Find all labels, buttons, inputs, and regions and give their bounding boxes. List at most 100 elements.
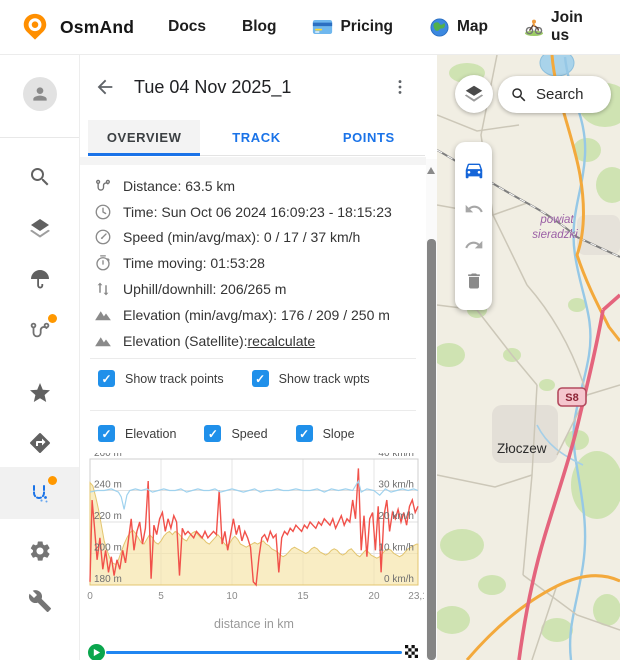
stat-row: Time: Sun Oct 06 2024 16:09:23 - 18:15:2… (94, 199, 414, 225)
navigation-car-button[interactable] (455, 155, 492, 185)
nav-link-map[interactable]: Map (429, 18, 488, 36)
sidebar-item-weather[interactable] (0, 253, 79, 305)
recalculate-link[interactable]: recalculate (248, 333, 316, 349)
nav-link-blog[interactable]: Blog (242, 18, 276, 36)
left-axis-tick: 260 m (94, 453, 122, 459)
stat-row: Time moving: 01:53:28 (94, 250, 414, 276)
globe-icon (429, 19, 450, 35)
map-view[interactable]: powiat sieradzki S8 Złoczew (437, 55, 620, 660)
nav-link-join-us[interactable]: Join us (524, 9, 584, 45)
trash-icon (464, 271, 484, 291)
checkbox-label: Show track wpts (279, 372, 370, 386)
tracks-cloud-icon (28, 481, 52, 505)
right-axis-tick: 40 km/h (378, 453, 414, 459)
track-panel: Tue 04 Nov 2025_1 OVERVIEWTRACKPOINTS Di… (80, 55, 437, 660)
checkbox[interactable]: ✓ (252, 370, 269, 387)
nav-link-label: Map (457, 18, 488, 36)
checkbox-label: Show track points (125, 372, 224, 386)
divider (90, 410, 416, 411)
scrollbar-thumb[interactable] (427, 239, 436, 660)
car-icon (463, 159, 485, 181)
osmand-brand[interactable]: OsmAnd (20, 11, 134, 43)
search-icon (28, 165, 52, 189)
sidebar-item-plan-route[interactable] (0, 305, 79, 357)
right-axis-tick: 0 km/h (384, 574, 414, 585)
checkbox[interactable]: ✓ (296, 425, 313, 442)
cyclist-icon (524, 19, 544, 35)
nav-link-pricing[interactable]: Pricing (312, 18, 393, 36)
left-axis-tick: 180 m (94, 574, 122, 585)
x-axis-tick: 23,1 (408, 591, 424, 602)
speedometer-icon (94, 228, 112, 246)
sidebar-item-account[interactable] (0, 68, 79, 120)
stat-text: Uphill/downhill: 206/265 m (123, 281, 286, 297)
stat-row: Distance: 63.5 km (94, 173, 414, 199)
route-icon (94, 177, 112, 195)
umbrella-icon (28, 267, 52, 291)
toggle-slope: ✓ Slope (296, 425, 355, 442)
sidebar-item-configure-map[interactable] (0, 203, 79, 255)
back-button[interactable] (92, 74, 118, 100)
mountains-icon (94, 306, 112, 324)
credit-card-icon (312, 19, 333, 35)
top-navbar: OsmAnd Docs Blog Pricing Map Join us (0, 0, 620, 55)
sidebar-item-cloud-tracks[interactable] (0, 467, 79, 519)
undo-button[interactable] (455, 194, 492, 224)
checkbox[interactable]: ✓ (204, 425, 221, 442)
play-button[interactable] (88, 644, 105, 660)
tab-points[interactable]: POINTS (313, 120, 425, 155)
map-search-button[interactable]: Search (498, 76, 611, 113)
panel-tabs: OVERVIEWTRACKPOINTS (88, 120, 425, 156)
sidebar-item-tools[interactable] (0, 575, 79, 627)
checkbox-label: Slope (323, 427, 355, 441)
notification-dot (48, 476, 57, 485)
tab-track[interactable]: TRACK (200, 120, 312, 155)
delete-button[interactable] (455, 266, 492, 296)
nav-links: Docs Blog Pricing Map Join us (168, 9, 620, 45)
sidebar-item-navigation[interactable] (0, 417, 79, 469)
slider-track[interactable] (106, 651, 402, 654)
track-title: Tue 04 Nov 2025_1 (134, 77, 291, 98)
directions-icon (28, 431, 52, 455)
series-toggles: ✓Elevation✓Speed✓Slope (98, 425, 383, 442)
redo-button[interactable] (455, 230, 492, 260)
notification-dot (48, 314, 57, 323)
x-axis-tick: 15 (297, 591, 309, 602)
stat-row: Elevation (Satellite): recalculate (94, 328, 414, 354)
checkbox[interactable]: ✓ (98, 425, 115, 442)
checkbox[interactable]: ✓ (98, 370, 115, 387)
search-label: Search (536, 86, 584, 103)
kebab-menu-icon[interactable] (387, 74, 413, 100)
left-axis-tick: 240 m (94, 480, 122, 491)
redo-icon (464, 235, 484, 255)
scrollbar-up-arrow[interactable] (427, 167, 435, 174)
elevation-speed-chart[interactable]: 260 m240 m220 m200 m180 m40 km/h30 km/h2… (84, 453, 424, 603)
sidebar-item-settings[interactable] (0, 525, 79, 577)
nav-link-docs[interactable]: Docs (168, 18, 206, 36)
nav-link-label: Pricing (340, 18, 393, 36)
toggle-speed: ✓ Speed (204, 425, 267, 442)
right-axis-tick: 30 km/h (378, 480, 414, 491)
stat-text: Speed (min/avg/max): 0 / 17 / 37 km/h (123, 229, 360, 245)
layers-icon (463, 83, 485, 105)
region-label-line2: sieradzki (532, 229, 578, 241)
stat-text: Distance: 63.5 km (123, 178, 235, 194)
sidebar-item-favorites[interactable] (0, 367, 79, 419)
undo-icon (464, 199, 484, 219)
gear-icon (28, 539, 52, 563)
tab-overview[interactable]: OVERVIEW (88, 120, 200, 155)
display-toggles: ✓ Show track points ✓ Show track wpts (98, 370, 398, 387)
x-axis-tick: 0 (87, 591, 93, 602)
checkbox-label: Speed (231, 427, 267, 441)
sidebar-divider (0, 137, 79, 138)
svg-text:S8: S8 (565, 392, 578, 404)
osmand-logo-icon (20, 11, 50, 43)
town-label: Złoczew (497, 441, 547, 456)
map-layers-button[interactable] (455, 75, 493, 113)
stat-text: Time: Sun Oct 06 2024 16:09:23 - 18:15:2… (123, 204, 392, 220)
toggle-show-track-wpts: ✓ Show track wpts (252, 370, 370, 387)
finish-flag-icon[interactable] (405, 645, 418, 658)
sidebar-item-search[interactable] (0, 151, 79, 203)
x-axis-tick: 20 (368, 591, 380, 602)
map-tools-panel (455, 142, 492, 310)
